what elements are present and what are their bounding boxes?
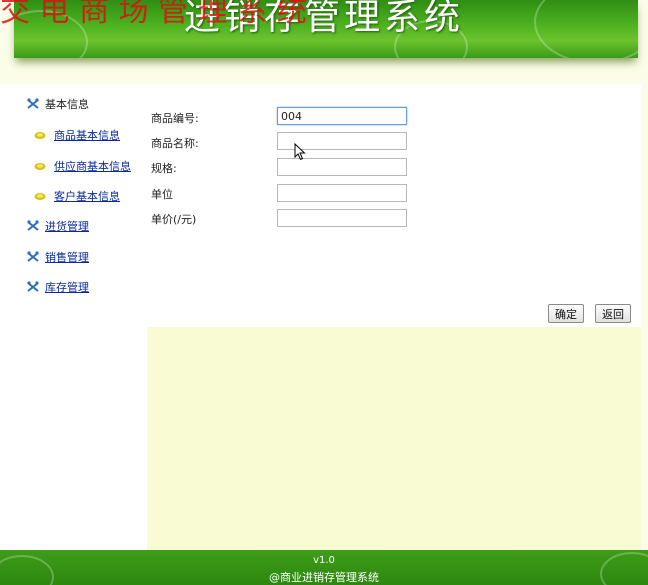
sidebar-link-label[interactable]: 商品基本信息 <box>54 127 120 143</box>
spec-label: 规格: <box>151 162 177 175</box>
tools-icon <box>27 98 39 109</box>
tools-icon <box>27 281 39 292</box>
unit-label: 单位 <box>151 188 173 201</box>
sidebar-item-customer-info[interactable]: 客户基本信息 <box>34 188 120 204</box>
sidebar-item-inventory[interactable]: 库存管理 <box>27 279 89 295</box>
unit-input[interactable] <box>277 184 407 202</box>
confirm-button[interactable]: 确定 <box>548 304 584 323</box>
product-code-label: 商品编号: <box>151 112 199 125</box>
leaf-icon <box>34 131 46 139</box>
sidebar-link-label[interactable]: 库存管理 <box>45 279 89 295</box>
sidebar-item-supplier-info[interactable]: 供应商基本信息 <box>34 158 131 174</box>
mouse-cursor-icon <box>294 143 306 161</box>
sidebar-link-label[interactable]: 供应商基本信息 <box>54 158 131 174</box>
sidebar-link-label[interactable]: 进货管理 <box>45 218 89 234</box>
product-name-label: 商品名称: <box>151 137 199 150</box>
product-code-input[interactable] <box>277 107 407 125</box>
sidebar-item-basic-info: 基本信息 <box>27 96 89 112</box>
overlay-watermark-text: 交 电 商 场 管 理 系 统 <box>0 0 307 29</box>
sidebar: 基本信息 商品基本信息 供应商基本信息 客户基本信息 进货管理 销售管理 库存管… <box>0 84 147 550</box>
sidebar-link-label[interactable]: 客户基本信息 <box>54 188 120 204</box>
footer: v1.0 @商业进销存管理系统 <box>0 550 648 585</box>
sidebar-item-product-info[interactable]: 商品基本信息 <box>34 127 120 143</box>
version-text: v1.0 <box>313 555 335 566</box>
sidebar-item-purchase[interactable]: 进货管理 <box>27 218 89 234</box>
leaf-icon <box>34 162 46 170</box>
copyright-text: @商业进销存管理系统 <box>269 571 379 584</box>
leaf-icon <box>34 192 46 200</box>
price-input[interactable] <box>277 209 407 227</box>
price-label: 单价(/元) <box>151 213 197 226</box>
tools-icon <box>27 220 39 231</box>
sidebar-item-label: 基本信息 <box>45 98 89 111</box>
back-button[interactable]: 返回 <box>595 304 631 323</box>
sidebar-item-sales[interactable]: 销售管理 <box>27 249 89 265</box>
tools-icon <box>27 251 39 262</box>
content-area <box>147 327 641 550</box>
sidebar-link-label[interactable]: 销售管理 <box>45 249 89 265</box>
